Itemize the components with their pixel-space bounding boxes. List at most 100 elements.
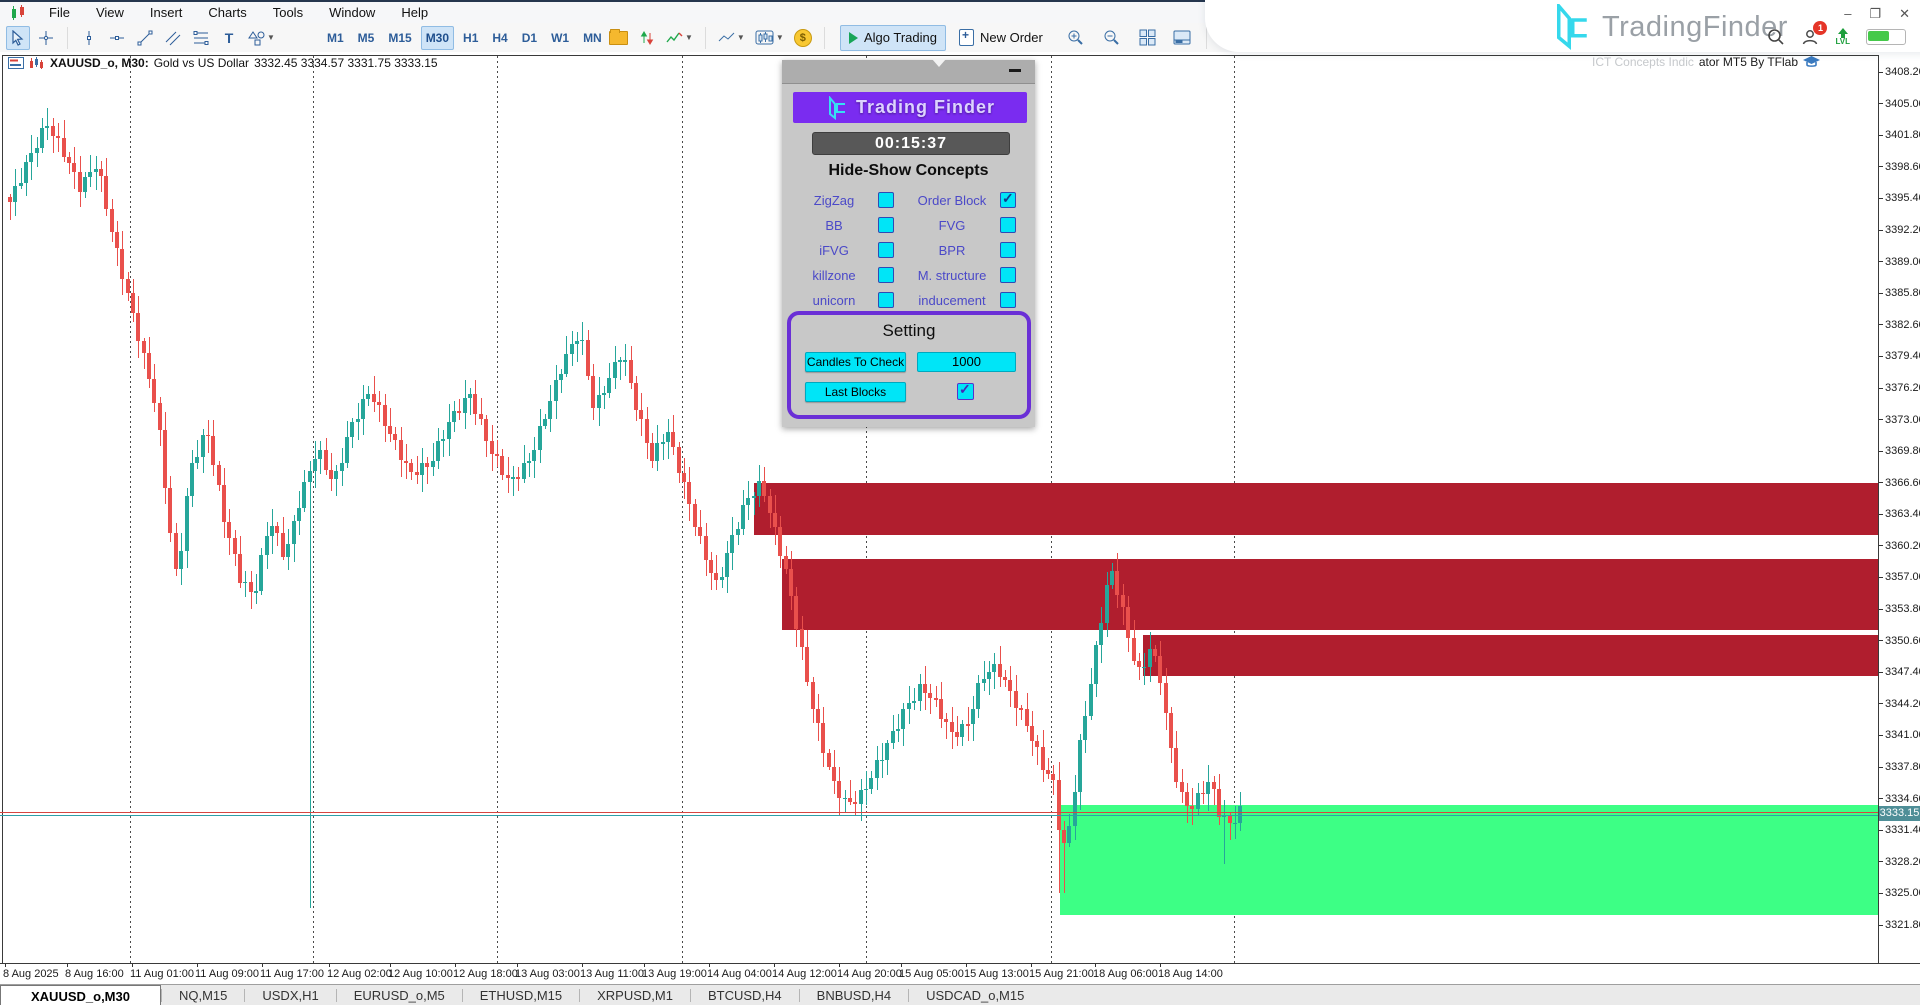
fibonacci-tool-button[interactable] (189, 26, 213, 50)
candles-to-check-input[interactable]: 1000 (917, 352, 1016, 372)
concepts-row: iFVGBPR (782, 239, 1035, 264)
timeframe-h1[interactable]: H1 (458, 26, 483, 50)
concept-checkbox-bpr[interactable] (1000, 242, 1016, 258)
price-tick-label: 3398.60 (1879, 161, 1920, 173)
account-icon[interactable]: 1 (1801, 28, 1819, 46)
tile-windows-button[interactable] (1136, 26, 1160, 50)
menu-file[interactable]: File (36, 2, 83, 23)
time-axis-label: 11 Aug 09:00 (195, 968, 259, 980)
panel-brand-text: Trading Finder (856, 97, 995, 118)
algo-trading-button[interactable]: Algo Trading (840, 25, 946, 51)
menu-charts[interactable]: Charts (195, 2, 259, 23)
text-tool-button[interactable]: T (217, 26, 241, 50)
panel-brand-banner: Trading Finder (793, 92, 1027, 123)
menu-help[interactable]: Help (388, 2, 441, 23)
close-button[interactable]: ✕ (1899, 8, 1910, 20)
status-icons: 1 LVL (1767, 28, 1906, 46)
timeframe-m5[interactable]: M5 (353, 26, 380, 50)
cursor-tool-button[interactable] (6, 26, 30, 50)
mini-chart-icon[interactable] (29, 57, 45, 69)
time-axis-label: 18 Aug 06:00 (1093, 968, 1158, 980)
indicators-button[interactable]: ▼ (663, 26, 696, 50)
open-data-folder-button[interactable] (606, 26, 631, 50)
session-timer: 00:15:37 (812, 132, 1010, 155)
trendline-tool-button[interactable] (133, 26, 157, 50)
minimize-button[interactable]: – (1844, 8, 1851, 20)
channel-tool-button[interactable] (161, 26, 185, 50)
price-tick-label: 3389.00 (1879, 256, 1920, 268)
timeframe-m1[interactable]: M1 (322, 26, 349, 50)
zoom-out-button[interactable] (1100, 26, 1124, 50)
concept-checkbox-m-structure[interactable] (1000, 267, 1016, 283)
panel-minimize-button[interactable] (1009, 69, 1021, 72)
chevron-down-icon: ▼ (685, 33, 693, 42)
timeframe-w1[interactable]: W1 (546, 26, 574, 50)
menu-insert[interactable]: Insert (137, 2, 196, 23)
time-axis-label: 15 Aug 13:00 (964, 968, 1029, 980)
concept-checkbox-killzone[interactable] (878, 267, 894, 283)
menu-window[interactable]: Window (316, 2, 388, 23)
concept-checkbox-fvg[interactable] (1000, 217, 1016, 233)
period-separator (130, 56, 131, 963)
connection-toggle[interactable] (1866, 29, 1906, 45)
symbol-tab-btcusd-h4[interactable]: BTCUSD,H4 (691, 985, 799, 1005)
price-axis[interactable]: 3408.203405.003401.803398.603395.403392.… (1879, 55, 1920, 963)
timeframe-h4[interactable]: H4 (487, 26, 512, 50)
concept-checkbox-bb[interactable] (878, 217, 894, 233)
chevron-down-icon: ▼ (776, 33, 784, 42)
timeframe-m15[interactable]: M15 (383, 26, 416, 50)
line-chart-type-button[interactable]: ▼ (715, 26, 748, 50)
time-axis-label: 11 Aug 17:00 (260, 968, 324, 980)
zoom-in-button[interactable] (1064, 26, 1088, 50)
symbol-tab-eurusd-o-m5[interactable]: EURUSD_o,M5 (337, 985, 462, 1005)
deals-arrows-button[interactable] (635, 26, 659, 50)
chart-area[interactable]: XAUUSD_o, M30: Gold vs US Dollar 3332.45… (0, 52, 1920, 964)
crosshair-tool-button[interactable] (34, 26, 58, 50)
vertical-line-tool-button[interactable] (77, 26, 101, 50)
last-blocks-checkbox[interactable] (957, 383, 974, 400)
price-tick-label: 3408.20 (1879, 66, 1920, 78)
candles-to-check-button[interactable]: Candles To Check (805, 352, 906, 372)
time-axis[interactable]: 8 Aug 20258 Aug 16:0011 Aug 01:0011 Aug … (0, 964, 1920, 984)
last-blocks-button[interactable]: Last Blocks (805, 382, 906, 402)
candle-chart-type-button[interactable]: ▼ (752, 26, 787, 50)
price-tick-label: 3366.60 (1879, 477, 1920, 489)
symbol-tab-usdcad-o-m15[interactable]: USDCAD_o,M15 (909, 985, 1041, 1005)
horizontal-line-tool-button[interactable] (105, 26, 129, 50)
shapes-tool-button[interactable]: ▼ (245, 26, 278, 50)
symbols-button[interactable]: $ (791, 26, 815, 50)
time-axis-label: 11 Aug 01:00 (130, 968, 194, 980)
symbol-tab-bnbusd-h4[interactable]: BNBUSD,H4 (800, 985, 908, 1005)
symbol-tab-ethusd-m15[interactable]: ETHUSD,M15 (463, 985, 579, 1005)
menu-view[interactable]: View (83, 2, 137, 23)
folder-icon (609, 31, 628, 45)
toolbox-window-button[interactable] (1170, 26, 1194, 50)
concepts-row: ZigZagOrder Block (782, 189, 1035, 214)
object-list-icon[interactable] (8, 57, 24, 69)
symbol-tab-usdx-h1[interactable]: USDX,H1 (245, 985, 335, 1005)
new-order-button[interactable]: New Order (950, 25, 1052, 51)
price-tick-label: 3353.80 (1879, 603, 1920, 615)
concept-checkbox-unicorn[interactable] (878, 292, 894, 308)
concept-checkbox-zigzag[interactable] (878, 192, 894, 208)
price-tick-label: 3369.80 (1879, 445, 1920, 457)
timeframe-d1[interactable]: D1 (517, 26, 542, 50)
timeframe-mn[interactable]: MN (578, 26, 607, 50)
menu-tools[interactable]: Tools (260, 2, 316, 23)
concept-checkbox-ifvg[interactable] (878, 242, 894, 258)
symbol-tab-xrpusd-m1[interactable]: XRPUSD,M1 (580, 985, 690, 1005)
level-indicator: LVL (1835, 28, 1850, 46)
symbol-tab-xauusd-o-m30[interactable]: XAUUSD_o,M30 (0, 985, 161, 1005)
search-icon[interactable] (1767, 28, 1785, 46)
chart-border (2, 55, 3, 963)
tradingfinder-panel[interactable]: Trading Finder 00:15:37 Hide-Show Concep… (782, 60, 1035, 427)
symbol-tab-nq-m15[interactable]: NQ,M15 (162, 985, 244, 1005)
timeframe-m30[interactable]: M30 (421, 26, 454, 50)
price-tick-label: 3405.00 (1879, 98, 1920, 110)
concept-checkbox-inducement[interactable] (1000, 292, 1016, 308)
panel-title-bar[interactable] (782, 60, 1035, 84)
concept-checkbox-order-block[interactable] (1000, 192, 1016, 208)
time-axis-label: 12 Aug 18:00 (453, 968, 518, 980)
price-tick-label: 3331.40 (1879, 824, 1920, 836)
restore-button[interactable]: ❐ (1869, 8, 1881, 20)
